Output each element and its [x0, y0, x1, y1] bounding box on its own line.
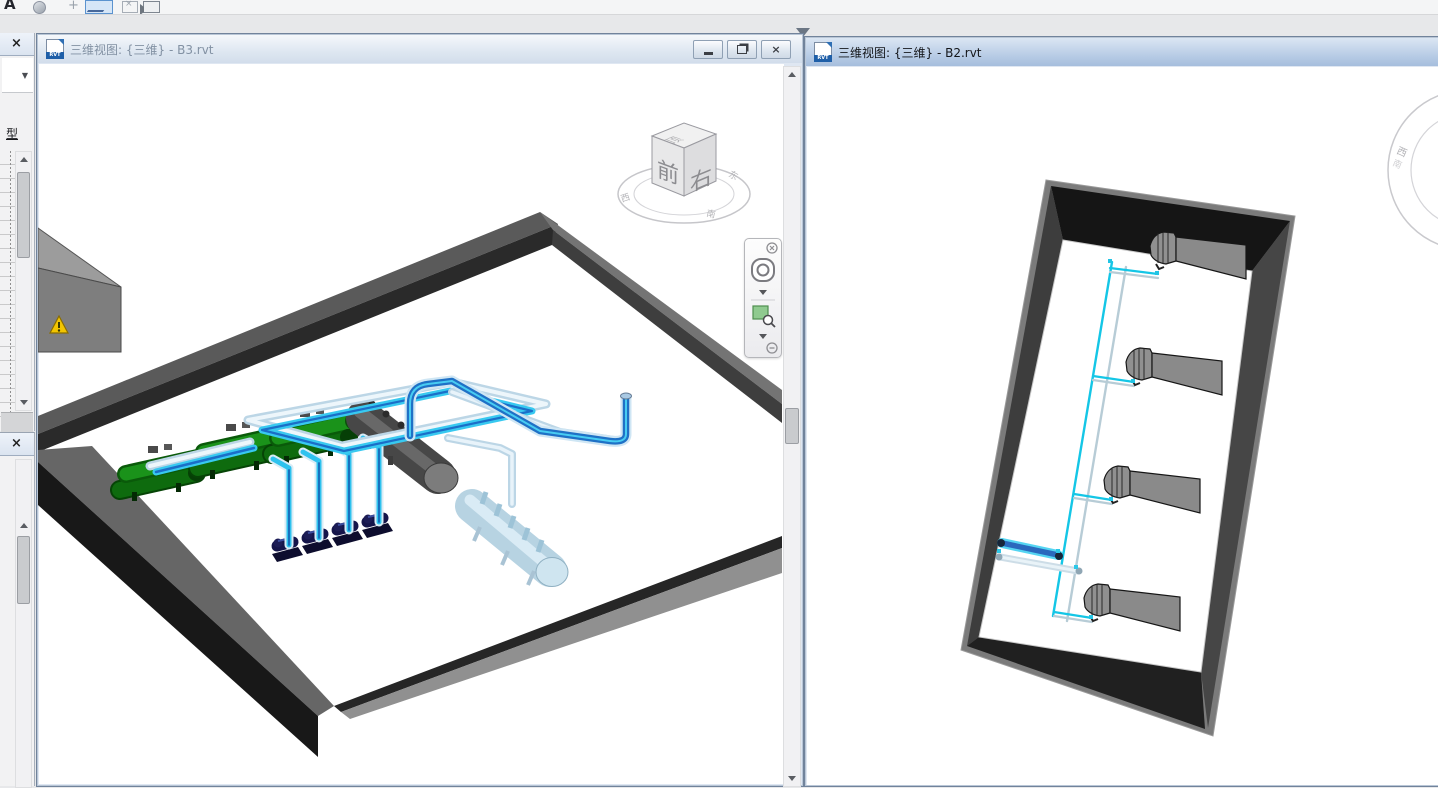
font-tool-icon[interactable]: A — [4, 0, 16, 13]
scroll-up-button[interactable] — [16, 152, 31, 167]
b3-vertical-scrollbar[interactable] — [783, 66, 801, 787]
zoom-menu-chevron[interactable] — [759, 334, 767, 339]
project-browser-panel-clipped: × — [0, 432, 35, 786]
minimize-button[interactable] — [693, 40, 723, 59]
scroll-up-button[interactable] — [16, 518, 31, 533]
add-tool-icon[interactable]: + — [68, 0, 79, 13]
b2-compass-label-2: 南 — [1391, 157, 1404, 172]
navbar-close-icon[interactable] — [767, 243, 777, 253]
edit-type-link[interactable]: 型 — [6, 125, 18, 142]
close-button[interactable]: × — [761, 40, 791, 59]
b2-titlebar[interactable]: RVT 三维视图: {三维} - B2.rvt — [806, 38, 1438, 66]
scroll-down-button[interactable] — [784, 771, 800, 786]
measure-tool-icon-selected[interactable] — [85, 0, 113, 14]
browser-scrollbar[interactable] — [15, 459, 32, 788]
b2-window-title: 三维视图: {三维} - B2.rvt — [838, 44, 982, 61]
browser-panel-titlebar[interactable]: × — [0, 433, 34, 456]
properties-footer-band — [1, 412, 33, 432]
scroll-down-button[interactable] — [16, 395, 31, 410]
scroll-up-button[interactable] — [784, 67, 800, 82]
steering-wheel-icon[interactable] — [752, 259, 774, 281]
property-grid-divider — [10, 151, 11, 427]
b3-titlebar[interactable]: RVT 三维视图: {三维} - B3.rvt × — [38, 35, 802, 63]
ribbon-toolbar-clipped: A + × — [0, 0, 1438, 15]
properties-close-button[interactable]: × — [7, 35, 26, 52]
revit-mdi-workspace: { "toolbar": { "a_glyph": "A" }, "side_p… — [0, 0, 1438, 785]
properties-panel-clipped: × ▼ 型 — [0, 33, 35, 431]
b2-3d-viewport[interactable]: 西 南 — [806, 67, 1438, 785]
delete-region-tool-icon[interactable]: × — [122, 1, 138, 13]
restore-button[interactable] — [727, 40, 757, 59]
b2-viewcube-compass-partial[interactable]: 西 南 — [1388, 90, 1438, 250]
navigation-bar — [744, 238, 782, 358]
wheel-menu-chevron[interactable] — [759, 290, 767, 295]
rvt-file-icon: RVT — [814, 42, 832, 62]
scrollbar-thumb[interactable] — [17, 536, 30, 604]
scrollbar-thumb[interactable] — [785, 408, 799, 444]
viewcube[interactable]: 西 南 东 顶 前 右 — [618, 123, 750, 223]
orbit-tool-icon[interactable] — [33, 1, 46, 14]
type-selector-combobox[interactable]: ▼ — [2, 58, 33, 93]
b3-3d-viewport[interactable]: 西 南 东 顶 前 右 — [38, 66, 783, 785]
compass-east-label[interactable]: 东 — [727, 168, 741, 183]
b3-window-title: 三维视图: {三维} - B3.rvt — [70, 41, 214, 58]
chevron-down-icon: ▼ — [22, 71, 28, 80]
compass-west-label[interactable]: 西 — [620, 192, 632, 205]
rvt-file-icon: RVT — [46, 39, 64, 59]
paste-region-tool-icon[interactable] — [143, 1, 160, 13]
page-fold-icon — [826, 42, 832, 48]
properties-panel-titlebar[interactable]: × — [0, 33, 34, 56]
page-fold-icon — [58, 39, 64, 45]
navbar-collapse-icon[interactable] — [767, 343, 777, 353]
rvt-badge: RVT — [46, 52, 64, 59]
scrollbar-thumb[interactable] — [17, 172, 30, 258]
light-blue-tank[interactable] — [470, 492, 568, 587]
rvt-badge: RVT — [814, 55, 832, 62]
zoom-tool-icon[interactable] — [753, 306, 775, 327]
browser-close-button[interactable]: × — [7, 435, 26, 452]
b2-compass-label: 西 — [1395, 146, 1409, 160]
property-grid-rows — [0, 151, 15, 427]
properties-scrollbar[interactable] — [15, 151, 32, 411]
compass-south-label[interactable]: 南 — [705, 207, 716, 221]
